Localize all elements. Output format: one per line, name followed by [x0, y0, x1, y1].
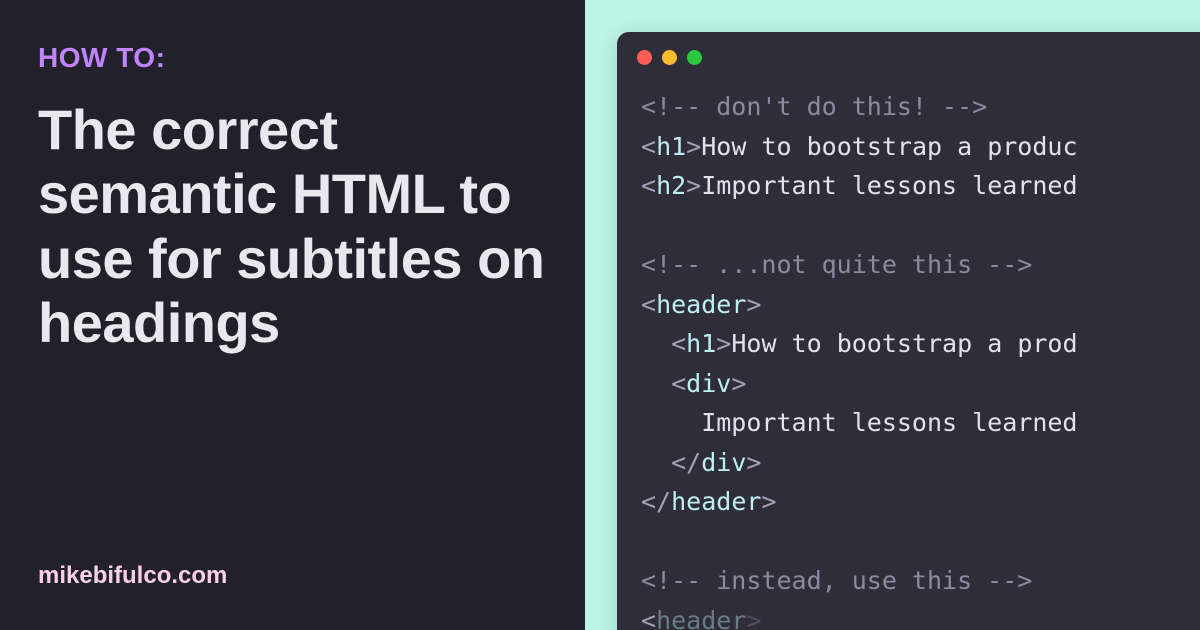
info-panel: HOW TO: The correct semantic HTML to use… [0, 0, 585, 630]
eyebrow-label: HOW TO: [38, 42, 547, 74]
close-icon [637, 50, 652, 65]
site-domain: mikebifulco.com [38, 562, 227, 590]
window-chrome [617, 32, 1200, 79]
code-panel: <!-- don't do this! --><h1>How to bootst… [585, 0, 1200, 630]
page-title: The correct semantic HTML to use for sub… [38, 98, 547, 356]
code-block: <!-- don't do this! --><h1>How to bootst… [617, 79, 1200, 630]
code-window: <!-- don't do this! --><h1>How to bootst… [617, 32, 1200, 630]
maximize-icon [687, 50, 702, 65]
minimize-icon [662, 50, 677, 65]
